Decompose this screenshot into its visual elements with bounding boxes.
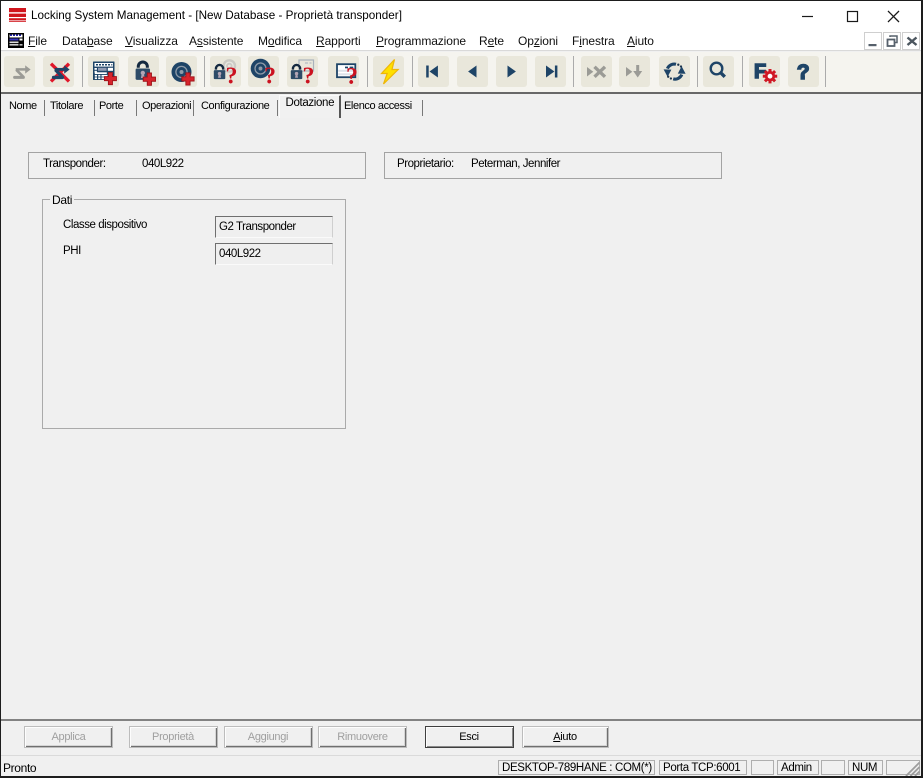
- svg-text:?: ?: [796, 61, 809, 84]
- svg-text:?: ?: [264, 64, 276, 88]
- svg-text:?: ?: [346, 64, 358, 87]
- svg-text:?: ?: [226, 64, 238, 88]
- svg-text:?: ?: [302, 64, 314, 88]
